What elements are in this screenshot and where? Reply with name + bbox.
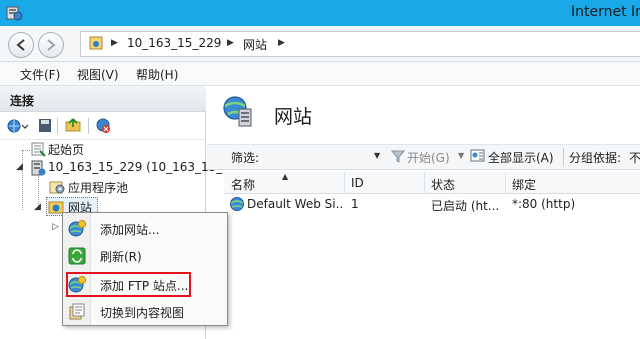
context-label-refresh: 刷新(R): [100, 250, 142, 264]
group-by-select[interactable]: 不: [629, 149, 640, 166]
server-node-icon: [31, 160, 46, 176]
column-binding[interactable]: 绑定: [512, 176, 536, 193]
sites-globe-icon: [223, 96, 252, 127]
server-icon: [89, 36, 103, 50]
content-header: [207, 86, 640, 144]
column-divider[interactable]: [424, 172, 425, 194]
cell-site-name: Default Web Si...: [247, 197, 342, 211]
breadcrumb-sites[interactable]: 网站: [243, 36, 267, 53]
connections-title: 连接: [10, 94, 35, 108]
column-id[interactable]: ID: [351, 176, 364, 190]
refresh-icon: [68, 247, 86, 265]
sort-ascending-icon: ▲: [282, 172, 289, 181]
column-divider[interactable]: [505, 172, 506, 194]
start-page-icon: [31, 142, 46, 157]
highlight-box: [66, 272, 191, 297]
show-all-icon: [470, 149, 485, 162]
column-divider[interactable]: [344, 172, 345, 194]
window-title: Internet Information Services (IIS) Mana…: [571, 4, 640, 20]
context-item-refresh[interactable]: [63, 243, 227, 269]
filter-label: 筛选:: [231, 151, 260, 165]
disconnect-icon[interactable]: [94, 117, 112, 134]
collapsed-arrow-icon[interactable]: ▷: [52, 222, 59, 232]
context-label-add-website: 添加网站...: [100, 223, 160, 237]
expand-arrow-icon[interactable]: ◢: [16, 162, 23, 172]
toolbar-divider: [57, 118, 58, 134]
expand-arrow-icon[interactable]: ◢: [34, 202, 41, 212]
title-bar: [0, 0, 640, 26]
start-dropdown-icon[interactable]: ▼: [458, 151, 464, 160]
column-name[interactable]: 名称: [231, 176, 255, 193]
forward-button[interactable]: [38, 32, 64, 58]
content-view-icon: [69, 303, 85, 320]
tree-item-server[interactable]: 10_163_15_229 (10_163_15_: [48, 160, 222, 174]
forward-arrow-icon: [47, 39, 56, 51]
back-button[interactable]: [8, 32, 34, 58]
toolbar-divider: [88, 118, 89, 134]
group-by-label: 分组依据:: [569, 151, 622, 165]
page-title: 网站: [274, 106, 313, 128]
breadcrumb-arrow-icon: ▶: [227, 38, 234, 48]
breadcrumb-arrow-icon: ▶: [111, 38, 118, 48]
context-label-content-view: 切换到内容视图: [100, 306, 185, 320]
app-pools-icon: [49, 181, 65, 194]
globe-add-icon: [68, 220, 86, 237]
cell-site-status: 已启动 (ht...: [431, 199, 500, 213]
funnel-icon: [391, 150, 405, 163]
breadcrumb-arrow-icon: ▶: [278, 38, 285, 48]
connect-globe-icon[interactable]: [7, 118, 29, 134]
save-icon[interactable]: [38, 118, 52, 133]
tree-line: [22, 150, 30, 151]
filter-input[interactable]: [262, 147, 382, 167]
tree-item-app-pools[interactable]: 应用程序池: [68, 179, 128, 196]
cell-site-id: 1: [351, 197, 359, 211]
menu-view[interactable]: 视图(V): [77, 66, 119, 83]
up-folder-icon[interactable]: [65, 117, 81, 133]
column-status[interactable]: 状态: [431, 176, 455, 193]
filter-divider: [563, 148, 564, 166]
back-arrow-icon: [16, 39, 25, 51]
tree-item-start-page[interactable]: 起始页: [48, 141, 84, 158]
show-all-button[interactable]: 全部显示(A): [488, 149, 554, 166]
filter-dropdown-icon[interactable]: ▼: [374, 151, 380, 160]
cell-site-binding: *:80 (http): [512, 197, 576, 211]
menu-file[interactable]: 文件(F): [20, 66, 60, 83]
start-filter-button[interactable]: 开始(G): [407, 149, 450, 166]
menu-help[interactable]: 帮助(H): [136, 66, 178, 83]
website-globe-icon: [230, 197, 244, 211]
tree-line: [22, 150, 23, 210]
iis-app-icon: [6, 6, 23, 21]
breadcrumb-server[interactable]: 10_163_15_229: [127, 36, 221, 50]
